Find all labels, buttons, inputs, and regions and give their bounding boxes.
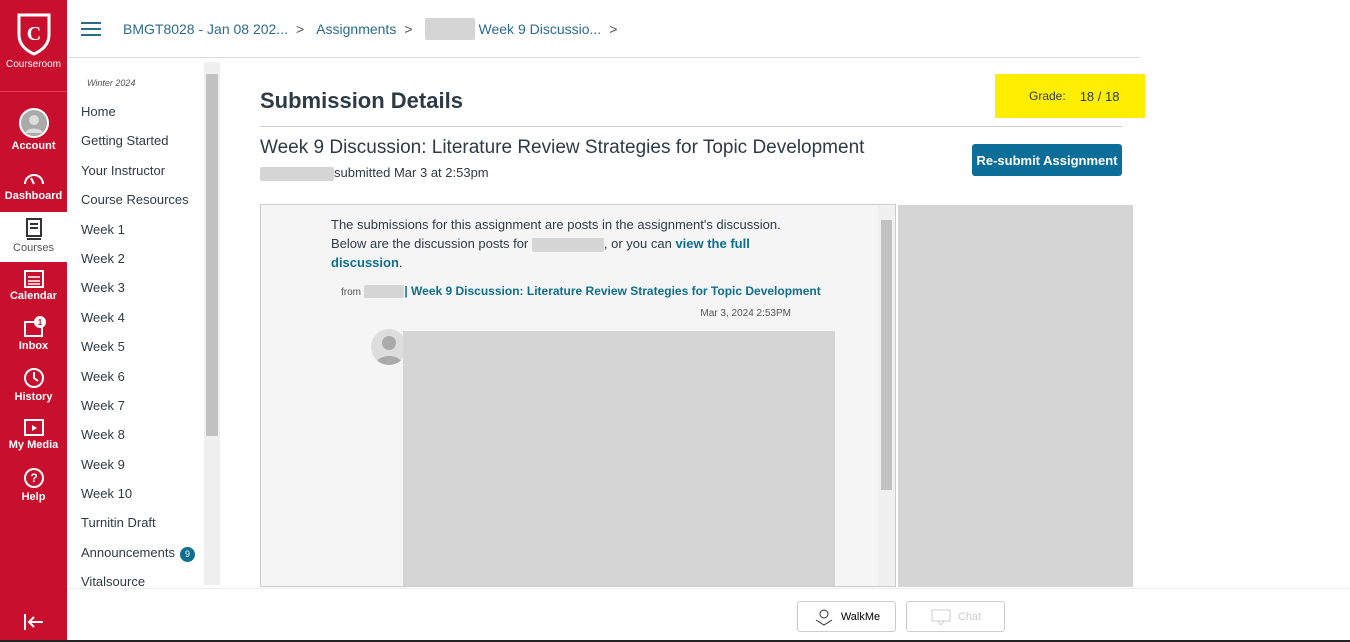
resubmit-assignment-button[interactable]: Re-submit Assignment <box>972 144 1122 176</box>
breadcrumb-assignments[interactable]: Assignments <box>316 21 396 37</box>
svg-text:1: 1 <box>37 318 42 327</box>
course-nav-item-vitalsource[interactable]: Vitalsource <box>67 572 220 587</box>
inbox-icon: 1 <box>23 316 46 337</box>
intro-text: The submissions for this assignment are … <box>331 217 781 270</box>
walkme-button[interactable]: WalkMe <box>797 601 896 632</box>
media-icon <box>23 419 44 436</box>
svg-text:?: ? <box>30 471 37 485</box>
book-icon <box>25 218 42 240</box>
course-nav-item-getting-started[interactable]: Getting Started <box>67 131 220 160</box>
clock-icon <box>23 368 44 388</box>
nav-courses[interactable]: Courses <box>0 212 67 262</box>
breadcrumb-course[interactable]: BMGT8028 - Jan 08 202... <box>123 21 288 37</box>
chevron-right-icon: > <box>404 20 413 37</box>
nav-my-media[interactable]: My Media <box>0 417 67 451</box>
grade-display: Grade: 18 / 18 <box>995 74 1145 118</box>
chevron-right-icon: > <box>609 20 618 37</box>
main-content: Submission Details Grade: 18 / 18 Week 9 … <box>260 58 1145 181</box>
calendar-icon <box>23 270 44 288</box>
course-nav-item-turnitin-draft[interactable]: Turnitin Draft <box>67 513 220 542</box>
grade-value: 18 / 18 <box>1079 88 1120 104</box>
course-nav-item-week-7[interactable]: Week 7 <box>67 396 220 425</box>
avatar <box>371 329 407 365</box>
course-nav: Winter 2024 Home Getting Started Your Inst… <box>67 60 220 587</box>
post-source: from | Week 9 Discussion: Literature Rev… <box>341 284 821 299</box>
collapse-arrow-icon <box>23 614 43 630</box>
chevron-right-icon: > <box>295 20 305 37</box>
term-label: Winter 2024 <box>87 78 136 88</box>
course-nav-item-week-10[interactable]: Week 10 <box>67 484 220 513</box>
course-nav-item-week-1[interactable]: Week 1 <box>67 220 220 249</box>
frame-scrollbar[interactable] <box>878 206 895 586</box>
announcements-badge: 9 <box>179 546 195 562</box>
course-nav-item-week-9[interactable]: Week 9 <box>67 455 220 484</box>
hamburger-menu-button[interactable] <box>81 18 101 40</box>
course-nav-item-home[interactable]: Home <box>67 102 220 131</box>
discussion-post-link[interactable]: | Week 9 Discussion: Literature Review S… <box>404 284 820 298</box>
redacted-post-content <box>403 331 835 586</box>
page-title: Submission Details <box>260 88 463 113</box>
global-nav: C Courseroom Account Dashboard Courses C… <box>0 0 67 642</box>
course-nav-item-your-instructor[interactable]: Your Instructor <box>67 161 220 190</box>
course-nav-item-week-6[interactable]: Week 6 <box>67 367 220 396</box>
submission-frame: The submissions for this assignment are … <box>260 204 896 587</box>
nav-dashboard[interactable]: Dashboard <box>0 168 67 202</box>
user-icon <box>18 108 49 138</box>
nav-history[interactable]: History <box>0 367 67 403</box>
course-nav-item-week-5[interactable]: Week 5 <box>67 337 220 366</box>
courseroom-logo[interactable]: C Courseroom <box>0 0 67 92</box>
chat-button[interactable]: Chat <box>906 601 1005 632</box>
course-nav-item-week-2[interactable]: Week 2 <box>67 249 220 278</box>
collapse-nav-button[interactable] <box>0 612 67 634</box>
nav-account[interactable]: Account <box>0 108 67 152</box>
svg-text:C: C <box>26 23 40 45</box>
dashboard-icon <box>23 174 44 185</box>
redacted-sidebar <box>898 205 1133 587</box>
breadcrumb-bar: BMGT8028 - Jan 08 202... > Assignments > W… <box>67 0 1140 58</box>
walkme-icon <box>815 609 833 626</box>
course-nav-item-week-3[interactable]: Week 3 <box>67 278 220 307</box>
shield-logo-icon: C <box>17 13 50 56</box>
chat-icon <box>931 609 951 626</box>
course-nav-item-week-4[interactable]: Week 4 <box>67 308 220 337</box>
nav-inbox[interactable]: 1 Inbox <box>0 316 67 352</box>
course-nav-item-week-8[interactable]: Week 8 <box>67 425 220 454</box>
nav-help[interactable]: ? Help <box>0 467 67 503</box>
course-nav-scrollbar[interactable] <box>204 62 220 585</box>
course-nav-item-announcements[interactable]: Announcements 9 <box>67 543 220 572</box>
redacted-name <box>424 17 475 40</box>
bottom-bar: WalkMe Chat <box>67 588 1350 640</box>
course-nav-item-course-resources[interactable]: Course Resources <box>67 190 220 219</box>
breadcrumb-assignment[interactable]: Week 9 Discussio... <box>479 21 602 37</box>
help-icon: ? <box>23 468 44 488</box>
post-date: Mar 3, 2024 2:53PM <box>700 308 791 319</box>
nav-calendar[interactable]: Calendar <box>0 268 67 302</box>
